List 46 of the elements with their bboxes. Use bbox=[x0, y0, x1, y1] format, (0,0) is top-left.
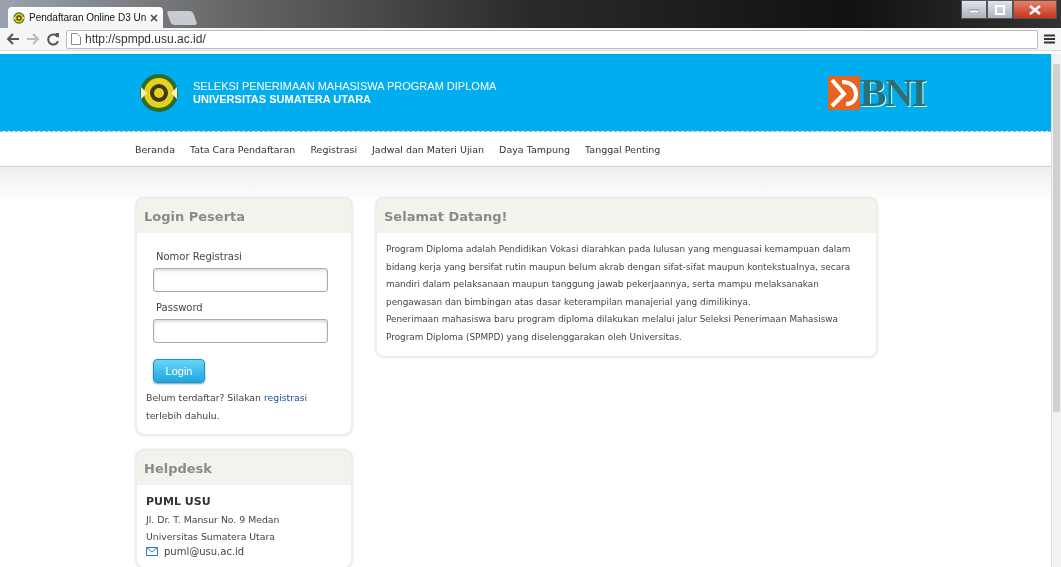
nav-link[interactable]: Daya Tampung bbox=[499, 143, 571, 155]
back-icon[interactable] bbox=[6, 33, 20, 45]
scrollbar-thumb[interactable] bbox=[1053, 64, 1060, 412]
close-icon bbox=[1029, 4, 1041, 15]
address-bar[interactable]: http://spmpd.usu.ac.id/ bbox=[66, 29, 1038, 49]
nav-link[interactable]: Registrasi bbox=[310, 143, 358, 155]
org-name: PUML USU bbox=[146, 494, 212, 510]
mail-icon bbox=[146, 546, 158, 556]
header-title: UNIVERSITAS SUMATERA UTARA bbox=[193, 92, 373, 106]
menu-icon[interactable] bbox=[1044, 34, 1055, 44]
maximize-button[interactable] bbox=[987, 0, 1013, 19]
nav-link[interactable]: Tata Cara Pendaftaran bbox=[189, 143, 296, 155]
partner-logo-text: BNI bbox=[859, 72, 925, 113]
welcome-paragraph: Penerimaan mahasiswa baru program diploma dilakukan melalui jalur Seleksi Penerimaan Mahasiswa Program Diploma (SPMPD) yang diselenggarakan oleh Universitas. bbox=[386, 313, 839, 344]
welcome-paragraph: Program Diploma adalah Pendidikan Vokasi diarahkan pada lulusan yang menguasai kemampuan dalam bidang kerja yang bersifat rutin maupun belum akrab dengan sifat-sifat maupun kontekstualnya, secara mandiri dalam pelaksanaan maupun tanggung jawab pekerjaannya, serta mampu melaksanakan pengawasan dan bimbingan atas dasar keterampilan manajerial yang dimilikinya. bbox=[386, 243, 852, 309]
page-icon bbox=[71, 33, 81, 45]
site-favicon bbox=[13, 11, 25, 24]
panel-title: Login Peserta bbox=[144, 208, 246, 224]
partner-logo-icon bbox=[827, 75, 860, 110]
register-link[interactable]: registrasi bbox=[263, 392, 308, 403]
nav-link[interactable]: Beranda bbox=[135, 143, 175, 155]
address-line: Jl. Dr. T. Mansur No. 9 Medan bbox=[146, 512, 281, 527]
university-emblem bbox=[139, 72, 179, 113]
scrollbar[interactable] bbox=[1051, 54, 1061, 567]
field-label: Nomor Registrasi bbox=[156, 251, 243, 262]
minimize-icon bbox=[969, 6, 979, 13]
minimize-button[interactable] bbox=[961, 0, 987, 19]
new-tab-button[interactable] bbox=[166, 11, 198, 25]
nav-link[interactable]: Jadwal dan Materi Ujian bbox=[372, 143, 485, 155]
input-field[interactable] bbox=[153, 319, 328, 343]
nav-link[interactable]: Tanggal Penting bbox=[585, 143, 661, 155]
close-button[interactable] bbox=[1013, 0, 1057, 19]
field-label: Password bbox=[156, 302, 204, 313]
url-text: http://spmpd.usu.ac.id/ bbox=[85, 32, 206, 46]
tab-title: Pendaftaran Online D3 Un bbox=[29, 12, 147, 23]
close-icon[interactable] bbox=[150, 13, 159, 22]
header-title: SELEKSI PENERIMAAN MAHASISWA PROGRAM DIPLOMA bbox=[193, 79, 497, 93]
email-text: puml@usu.ac.id bbox=[164, 545, 245, 557]
register-note: Belum terdaftar? Silakan registrasi terlebih dahulu. bbox=[146, 391, 309, 423]
panel-title: Helpdesk bbox=[144, 460, 212, 476]
address-line: Universitas Sumatera Utara bbox=[146, 530, 276, 544]
input-field[interactable] bbox=[153, 268, 328, 292]
browser-tab[interactable]: Pendaftaran Online D3 Un bbox=[8, 7, 164, 28]
panel-title: Selamat Datang! bbox=[384, 208, 508, 224]
restore-icon bbox=[995, 4, 1005, 15]
reload-icon[interactable] bbox=[46, 32, 60, 46]
